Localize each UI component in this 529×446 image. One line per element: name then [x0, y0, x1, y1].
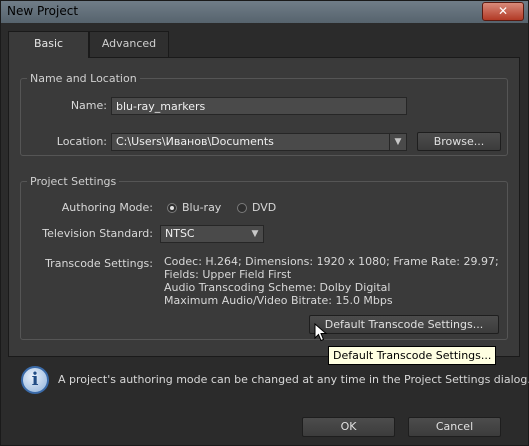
transcode-line: Codec: H.264; Dimensions: 1920 x 1080; F…: [164, 255, 499, 268]
location-label: Location:: [56, 135, 107, 148]
location-value: C:\Users\Иванов\Documents: [116, 135, 274, 148]
transcode-label: Transcode Settings:: [45, 257, 153, 270]
close-icon: ✕: [497, 4, 509, 18]
name-location-title: Name and Location: [27, 72, 140, 85]
tab-basic[interactable]: Basic: [8, 31, 89, 58]
mouse-cursor-icon: [314, 323, 328, 342]
info-message: A project's authoring mode can be change…: [58, 373, 529, 386]
transcode-details: Codec: H.264; Dimensions: 1920 x 1080; F…: [164, 255, 504, 311]
chevron-down-icon[interactable]: ▼: [247, 226, 263, 242]
authoring-mode-label: Authoring Mode:: [61, 201, 153, 214]
ok-button[interactable]: OK: [302, 417, 395, 437]
project-settings-group: Project Settings Authoring Mode: Blu-ray…: [20, 175, 508, 340]
tv-standard-dropdown[interactable]: NTSC ▼: [160, 225, 264, 243]
new-project-dialog: New Project ✕ Basic Advanced Name and Lo…: [0, 0, 529, 446]
name-location-group: Name and Location Name: Location: C:\Use…: [20, 72, 508, 156]
default-transcode-settings-button[interactable]: Default Transcode Settings...: [309, 315, 499, 334]
name-input[interactable]: [111, 97, 407, 115]
browse-button[interactable]: Browse...: [417, 132, 501, 151]
dvd-radio[interactable]: [237, 203, 247, 213]
project-settings-title: Project Settings: [27, 175, 120, 188]
location-dropdown[interactable]: C:\Users\Иванов\Documents ▼: [111, 133, 407, 151]
cancel-button[interactable]: Cancel: [408, 417, 501, 437]
tv-standard-value: NTSC: [165, 227, 195, 240]
tv-standard-label: Television Standard:: [42, 227, 153, 240]
chevron-down-icon[interactable]: ▼: [389, 134, 406, 150]
bluray-radio[interactable]: [167, 203, 177, 213]
tooltip: Default Transcode Settings...: [328, 346, 497, 365]
bluray-label[interactable]: Blu-ray: [182, 201, 221, 214]
info-icon: i: [21, 366, 49, 394]
transcode-line: Audio Transcoding Scheme: Dolby Digital: [164, 281, 391, 294]
transcode-line: Maximum Audio/Video Bitrate: 15.0 Mbps: [164, 294, 393, 307]
name-label: Name:: [70, 99, 107, 112]
close-button[interactable]: ✕: [482, 2, 524, 21]
window-title: New Project: [7, 4, 79, 18]
transcode-line: Fields: Upper Field First: [164, 268, 292, 281]
basic-panel: Name and Location Name: Location: C:\Use…: [8, 57, 520, 357]
title-bar[interactable]: New Project ✕: [1, 1, 528, 23]
tab-advanced[interactable]: Advanced: [89, 31, 169, 57]
dvd-label[interactable]: DVD: [252, 201, 276, 214]
